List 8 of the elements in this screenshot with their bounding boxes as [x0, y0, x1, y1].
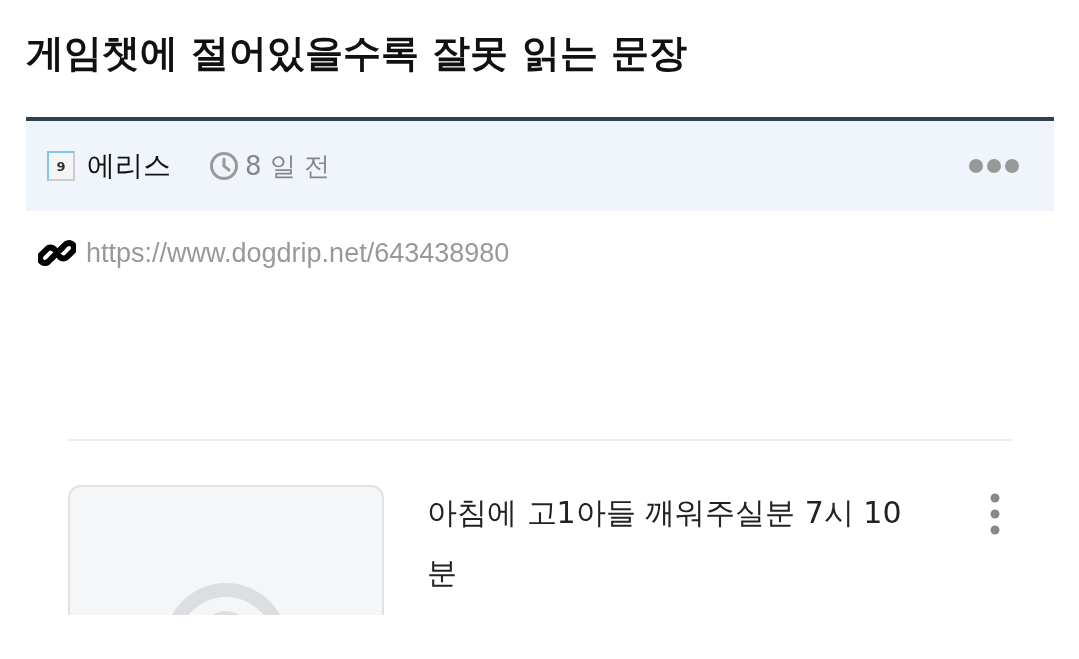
level-badge: 9	[47, 151, 75, 181]
clock-icon	[209, 151, 239, 181]
kebab-menu-icon[interactable]	[990, 493, 1000, 535]
more-icon[interactable]	[968, 158, 1020, 174]
post-title: 게임챗에 절어있을수록 잘못 읽는 문장	[25, 30, 688, 77]
related-post-title[interactable]: 아침에 고1아들 깨워주실분 7시 10분	[427, 485, 907, 603]
post-time: 8 일 전	[245, 149, 331, 183]
author-name[interactable]: 에리스	[87, 147, 171, 185]
